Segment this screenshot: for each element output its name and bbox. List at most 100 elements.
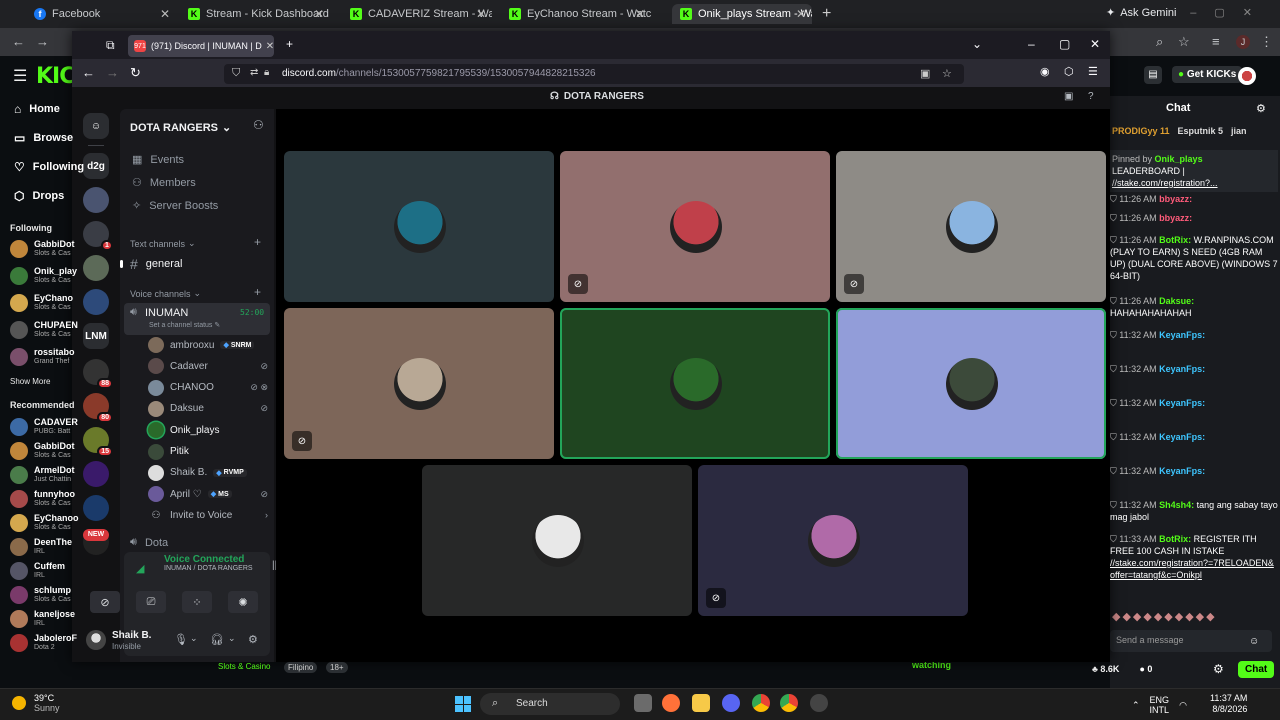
voice-user[interactable]: Shaik B. ◆ RVMP [148,464,268,482]
recommended-channel[interactable]: Cuffem IRL [10,561,65,580]
following-channel[interactable]: CHUPAEN Slots & Cas [10,320,78,339]
voice-user[interactable]: Pitik [148,443,268,461]
zoom-icon[interactable]: ⌕ [1156,34,1163,50]
participant-tile[interactable] [284,151,554,302]
list-tabs-icon[interactable]: ⌄ [972,37,982,51]
voice-user[interactable]: CHANOO ⊘ ⊗ [148,379,268,397]
following-channel[interactable]: GabbiDot Slots & Cas [10,239,75,258]
voice-status[interactable]: Voice Connected [164,554,244,565]
maximize-icon[interactable]: ▢ [1059,37,1070,51]
chat-input[interactable]: Send a message [1110,630,1272,652]
reader-view-icon[interactable]: ▣ [920,67,930,80]
help-icon[interactable]: ? [1088,91,1094,102]
close-icon[interactable]: ✕ [635,7,645,21]
my-name[interactable]: Shaik B. [112,630,151,641]
stream-tag[interactable]: Filipino [284,662,318,673]
close-icon[interactable]: ✕ [314,7,324,21]
chat-message[interactable]: ⛉ 11:26 AM Daksue: HAHAHAHAHAHAH [1110,295,1278,319]
minimize-icon[interactable]: – [1028,37,1035,51]
voice-channels-header[interactable]: Voice channels ⌄ [130,288,201,299]
screen-share-button[interactable]: ⎚ [136,591,166,613]
menu-icon[interactable]: ⋮ [1260,34,1273,50]
mic-options-icon[interactable]: ⌄ [190,633,198,644]
message-user[interactable]: KeyanFps: [1159,364,1205,374]
close-icon[interactable]: ✕ [160,7,170,21]
participant-tile[interactable] [422,465,692,616]
gifter[interactable]: Esputnik 5 [1178,126,1224,136]
recommended-channel[interactable]: CADAVER PUBG: Batt [10,417,78,436]
close-tab-icon[interactable]: ✕ [262,41,274,52]
message-link[interactable]: //stake.com/registration?=7RELOADEN&offe… [1110,557,1278,581]
signal-icon[interactable]: ◢ [136,562,144,575]
discord-tab[interactable]: 971 (971) Discord | INUMAN | D ✕ [128,35,274,57]
recommended-channel[interactable]: funnyhoo Slots & Cas [10,489,75,508]
chat-message[interactable]: ⛉ 11:32 AM KeyanFps: [1110,363,1278,375]
voice-user[interactable]: ambrooxu ◆ SNRM [148,336,268,354]
ask-gemini-button[interactable]: ✦ Ask Gemini [1106,6,1176,20]
message-user[interactable]: BotRix: [1159,235,1191,245]
microphone-icon[interactable]: 🎙︎ [174,633,188,646]
emoji-icon[interactable]: ☺ [1249,636,1259,647]
message-user[interactable]: bbyazz: [1159,194,1192,204]
tray-chevron-icon[interactable]: ⌃ [1132,700,1140,711]
add-member-icon[interactable]: ⚇ [253,118,264,132]
voice-location[interactable]: INUMAN / DOTA RANGERS [164,565,253,572]
recommended-channel[interactable]: GabbiDot Slots & Cas [10,441,75,460]
following-channel[interactable]: rossitabo Grand Thef [10,347,75,366]
participant-tile[interactable]: ⊘ [836,151,1106,302]
task-view-icon[interactable] [634,694,652,712]
voice-user[interactable]: April ♡ ◆ MS ⊘ [148,485,268,503]
weather-widget[interactable]: 39°C Sunny [12,693,60,713]
recommended-channel[interactable]: DeenThe IRL [10,537,72,556]
headphone-options-icon[interactable]: ⌄ [228,633,236,644]
close-icon[interactable]: ✕ [476,7,486,21]
add-voice-channel-icon[interactable]: + [254,285,261,299]
participant-tile[interactable]: ⊘ [560,151,830,302]
message-user[interactable]: KeyanFps: [1159,398,1205,408]
channel-general[interactable]: # general [120,256,183,272]
menu-events[interactable]: ▦ Events [132,153,184,167]
message-user[interactable]: KeyanFps: [1159,330,1205,340]
stream-tag[interactable]: 18+ [326,662,348,673]
wifi-icon[interactable]: ◠ [1179,700,1187,711]
forward-icon[interactable]: → [36,34,49,49]
add-text-channel-icon[interactable]: + [254,235,261,249]
message-user[interactable]: BotRix: [1159,534,1191,544]
taskbar-clock[interactable]: 11:37 AM 8/8/2026 [1210,693,1247,715]
participant-tile[interactable] [560,308,830,459]
kick-nav-drops[interactable]: ⬡ Drops [14,189,64,203]
text-channels-header[interactable]: Text channels ⌄ [130,238,196,249]
message-user[interactable]: Daksue: [1159,296,1194,306]
chrome-taskbar-icon[interactable] [752,694,770,712]
voice-user[interactable]: Daksue ⊘ [148,400,268,418]
message-user[interactable]: KeyanFps: [1159,432,1205,442]
file-explorer-icon[interactable] [692,694,710,712]
outer-tab[interactable]: f Facebook ✕ [26,4,176,24]
invite-to-voice[interactable]: ⚇ Invite to Voice › [148,506,268,524]
tab-overview-icon[interactable]: ⧉ [106,38,115,53]
shield-icon[interactable]: ⛉ [232,67,240,80]
kick-nav-following[interactable]: ♡ Following [14,160,84,174]
chat-message[interactable]: ⛉ 11:32 AM KeyanFps: [1110,431,1278,443]
user-avatar[interactable] [1238,67,1256,85]
ff-forward-icon[interactable]: → [106,65,119,80]
recommended-channel[interactable]: JaboleroF Dota 2 [10,633,77,652]
firefox-taskbar-icon[interactable] [662,694,680,712]
permissions-icon[interactable]: ⇄ [250,67,258,78]
chat-message[interactable]: ⛉ 11:26 AM bbyazz: [1110,193,1278,205]
hamburger-icon[interactable]: ☰ [13,66,27,86]
gifter[interactable]: PRODIGyy 11 [1112,126,1170,136]
chat-message[interactable]: ⛉ 11:32 AM KeyanFps: [1110,329,1278,341]
get-kicks-button[interactable]: ● Get KICKs [1172,66,1243,83]
voice-channel-row[interactable]: 🔊︎ INUMAN [130,306,188,319]
server-name-header[interactable]: DOTA RANGERS ⌄ [130,121,231,135]
profile-avatar[interactable]: J [1236,35,1250,49]
chat-message[interactable]: ⛉ 11:26 AM bbyazz: [1110,212,1278,224]
stream-tag[interactable]: Slots & Casino [218,662,270,671]
emote-bar[interactable]: ◆◆◆◆◆◆◆◆◆◆ [1112,610,1217,623]
new-tab-button[interactable]: + [822,5,831,23]
back-icon[interactable]: ← [12,34,25,49]
ff-menu-icon[interactable]: ☰ [1088,65,1098,78]
close-icon[interactable]: ✕ [796,7,806,21]
headphones-icon[interactable]: 🎧︎ [210,633,224,646]
